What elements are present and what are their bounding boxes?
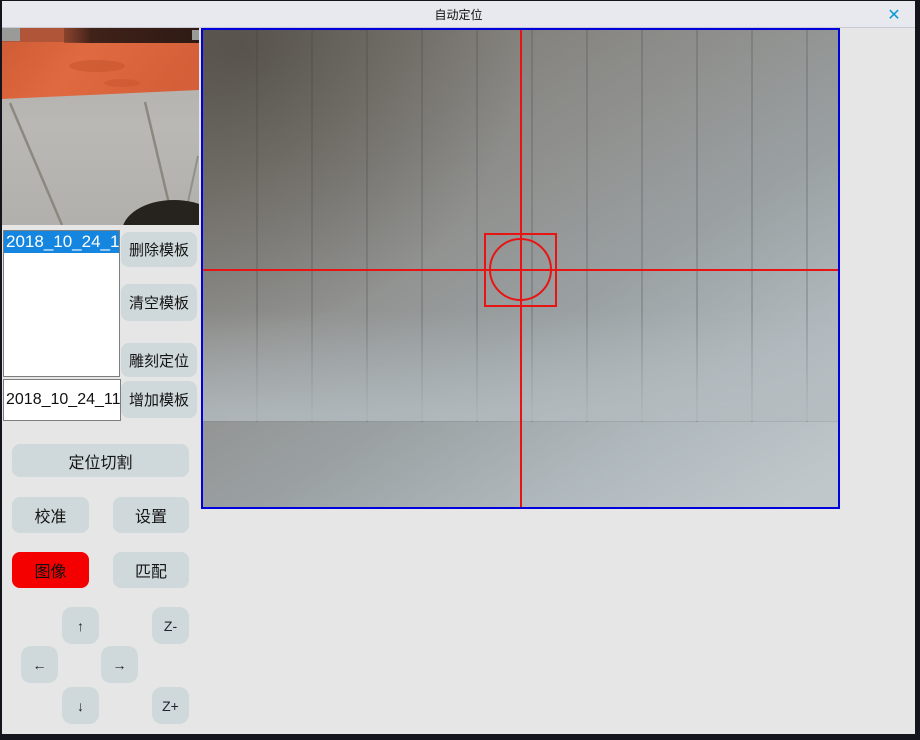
target-circle-overlay [489,238,552,301]
template-name-input[interactable] [3,379,121,421]
delete-template-button[interactable]: 删除模板 [121,232,197,267]
jog-up-button[interactable]: ↑ [62,607,99,644]
jog-z-minus-button[interactable]: Z- [152,607,189,644]
settings-button[interactable]: 设置 [113,497,189,533]
title-bar: 自动定位 ✕ [2,1,915,28]
calibrate-button[interactable]: 校准 [12,497,89,533]
list-item-selected[interactable]: 2018_10_24_11 [4,231,119,253]
jog-down-button[interactable]: ↓ [62,687,99,724]
position-cut-button[interactable]: 定位切割 [12,444,189,477]
jog-z-plus-button[interactable]: Z+ [152,687,189,724]
match-button[interactable]: 匹配 [113,552,189,588]
clear-templates-button[interactable]: 清空模板 [121,284,197,321]
close-icon[interactable]: ✕ [881,3,907,26]
jog-right-button[interactable]: → [101,646,138,683]
camera-view[interactable] [201,28,840,509]
image-button[interactable]: 图像 [12,552,89,588]
engrave-position-button[interactable]: 雕刻定位 [121,343,197,377]
dialog-title: 自动定位 [434,6,482,23]
template-thumbnail [2,28,199,225]
add-template-button[interactable]: 增加模板 [121,381,197,418]
template-list[interactable]: 2018_10_24_11 [3,230,120,377]
jog-left-button[interactable]: ← [21,646,58,683]
